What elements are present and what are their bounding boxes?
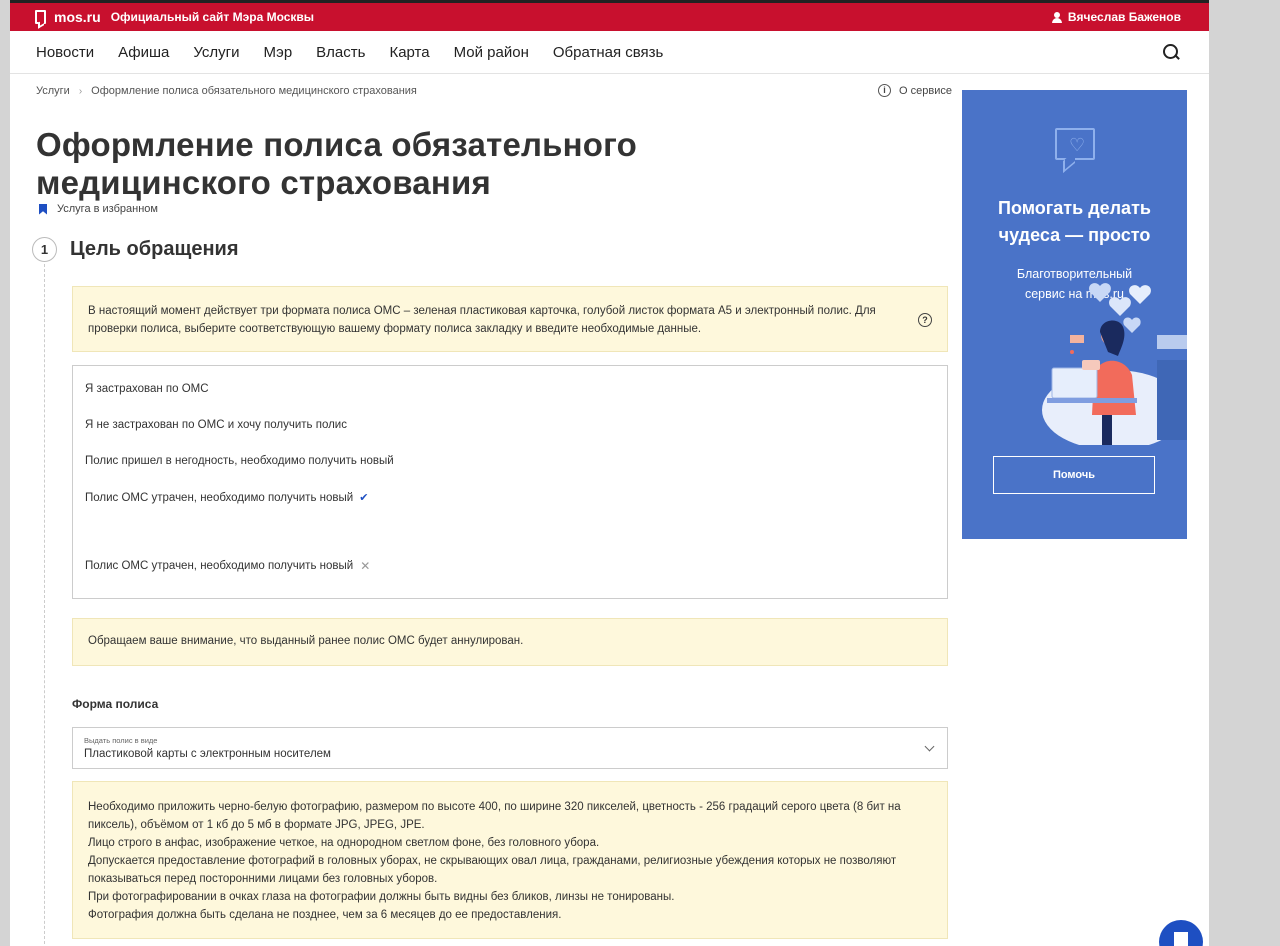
main-nav: Новости Афиша Услуги Мэр Власть Карта Мо… bbox=[10, 31, 1209, 74]
select-value[interactable]: Пластиковой карты с электронным носителе… bbox=[84, 748, 331, 760]
form-section-label: Форма полиса bbox=[72, 697, 159, 711]
banner-headline-line2: чудеса — просто bbox=[998, 225, 1151, 245]
option-not-insured[interactable]: Я не застрахован по ОМС и хочу получить … bbox=[85, 419, 347, 431]
nav-item-afisha[interactable]: Афиша bbox=[118, 44, 169, 61]
about-service-link[interactable]: i О сервисе bbox=[878, 84, 952, 97]
favorite-label[interactable]: Услуга в избранном bbox=[57, 203, 158, 215]
site-name[interactable]: mos.ru bbox=[54, 9, 101, 25]
nav-item-feedback[interactable]: Обратная связь bbox=[553, 44, 664, 61]
photo-requirements: Необходимо приложить черно-белую фотогра… bbox=[72, 781, 948, 939]
policy-form-select[interactable]: Выдать полис в виде Пластиковой карты с … bbox=[72, 727, 948, 769]
nav-item-map[interactable]: Карта bbox=[389, 44, 429, 61]
close-icon[interactable]: ✕ bbox=[360, 559, 370, 573]
chevron-right-icon: › bbox=[78, 85, 83, 97]
option-label[interactable]: Полис ОМС утрачен, необходимо получить н… bbox=[85, 560, 353, 572]
step-connector bbox=[44, 264, 45, 946]
woman-laptop-illustration bbox=[1042, 283, 1187, 445]
info-text: В настоящий момент действует три формата… bbox=[88, 305, 876, 335]
info-icon: i bbox=[878, 84, 891, 97]
nav-item-services[interactable]: Услуги bbox=[193, 44, 239, 61]
step-title: Цель обращения bbox=[70, 238, 239, 260]
chevron-down-icon[interactable] bbox=[924, 741, 935, 752]
help-button[interactable]: Помочь bbox=[993, 456, 1155, 494]
user-menu[interactable]: Вячеслав Баженов bbox=[1051, 10, 1181, 24]
top-bar: mos.ru Официальный сайт Мэра Москвы Вяче… bbox=[10, 0, 1209, 31]
banner-headline-line1: Помогать делать bbox=[998, 198, 1151, 218]
photo-req-line: показываться перед посторонними лицами б… bbox=[88, 873, 438, 885]
search-icon[interactable] bbox=[1163, 44, 1179, 60]
select-caption: Выдать полис в виде bbox=[84, 736, 158, 745]
step-number: 1 bbox=[32, 237, 57, 262]
question-icon[interactable]: ? bbox=[918, 313, 932, 327]
speech-bubble-heart-icon: ♡ bbox=[1055, 128, 1095, 160]
purpose-options: Я застрахован по ОМС Я не застрахован по… bbox=[72, 365, 948, 599]
option-damaged[interactable]: Полис пришел в негодность, необходимо по… bbox=[85, 455, 394, 467]
photo-req-line: Фотография должна быть сделана не поздне… bbox=[88, 909, 562, 921]
option-lost-selected[interactable]: Полис ОМС утрачен, необходимо получить н… bbox=[85, 491, 369, 505]
check-icon: ✔ bbox=[359, 492, 369, 504]
page-title-line1: Оформление полиса обязательного bbox=[36, 126, 638, 163]
option-lost-removable[interactable]: Полис ОМС утрачен, необходимо получить н… bbox=[85, 559, 370, 573]
user-name[interactable]: Вячеслав Баженов bbox=[1068, 10, 1181, 24]
page-title: Оформление полиса обязательного медицинс… bbox=[36, 126, 896, 202]
breadcrumb-item-services[interactable]: Услуги bbox=[36, 85, 70, 97]
photo-req-line: При фотографировании в очках глаза на фо… bbox=[88, 891, 675, 903]
photo-req-line: Допускается предоставление фотографий в … bbox=[88, 855, 897, 867]
banner-headline: Помогать делать чудеса — просто bbox=[962, 195, 1187, 249]
breadcrumb: Услуги › Оформление полиса обязательного… bbox=[36, 85, 417, 97]
option-label[interactable]: Полис пришел в негодность, необходимо по… bbox=[85, 455, 394, 467]
site-subtitle: Официальный сайт Мэра Москвы bbox=[110, 10, 315, 24]
nav-item-my-district[interactable]: Мой район bbox=[454, 44, 529, 61]
option-label[interactable]: Полис ОМС утрачен, необходимо получить н… bbox=[85, 492, 353, 504]
option-label[interactable]: Я не застрахован по ОМС и хочу получить … bbox=[85, 419, 347, 431]
favorite-toggle[interactable]: Услуга в избранном bbox=[39, 203, 158, 215]
photo-req-line: Лицо строго в анфас, изображение четкое,… bbox=[88, 837, 600, 849]
photo-req-line: Необходимо приложить черно-белую фотогра… bbox=[88, 801, 901, 813]
mosru-logo-icon bbox=[35, 10, 46, 24]
nav-item-mayor[interactable]: Мэр bbox=[264, 44, 293, 61]
nav-item-news[interactable]: Новости bbox=[36, 44, 94, 61]
info-notice: В настоящий момент действует три формата… bbox=[72, 286, 948, 352]
bookmark-icon bbox=[39, 203, 47, 215]
breadcrumb-item-current: Оформление полиса обязательного медицинс… bbox=[91, 85, 417, 97]
annulment-warning: Обращаем ваше внимание, что выданный ран… bbox=[72, 618, 948, 666]
option-label[interactable]: Я застрахован по ОМС bbox=[85, 383, 209, 395]
photo-req-line: пиксель), объёмом от 1 кб до 5 мб в форм… bbox=[88, 819, 425, 831]
about-service-label[interactable]: О сервисе bbox=[899, 85, 952, 97]
warning-text: Обращаем ваше внимание, что выданный ран… bbox=[88, 635, 524, 647]
charity-banner[interactable]: ♡ Помогать делать чудеса — просто Благот… bbox=[962, 90, 1187, 539]
page-title-line2: медицинского страхования bbox=[36, 164, 491, 201]
user-icon bbox=[1051, 11, 1062, 23]
option-insured[interactable]: Я застрахован по ОМС bbox=[85, 383, 209, 395]
nav-item-government[interactable]: Власть bbox=[316, 44, 365, 61]
site-logo[interactable]: mos.ru Официальный сайт Мэра Москвы bbox=[35, 9, 314, 25]
